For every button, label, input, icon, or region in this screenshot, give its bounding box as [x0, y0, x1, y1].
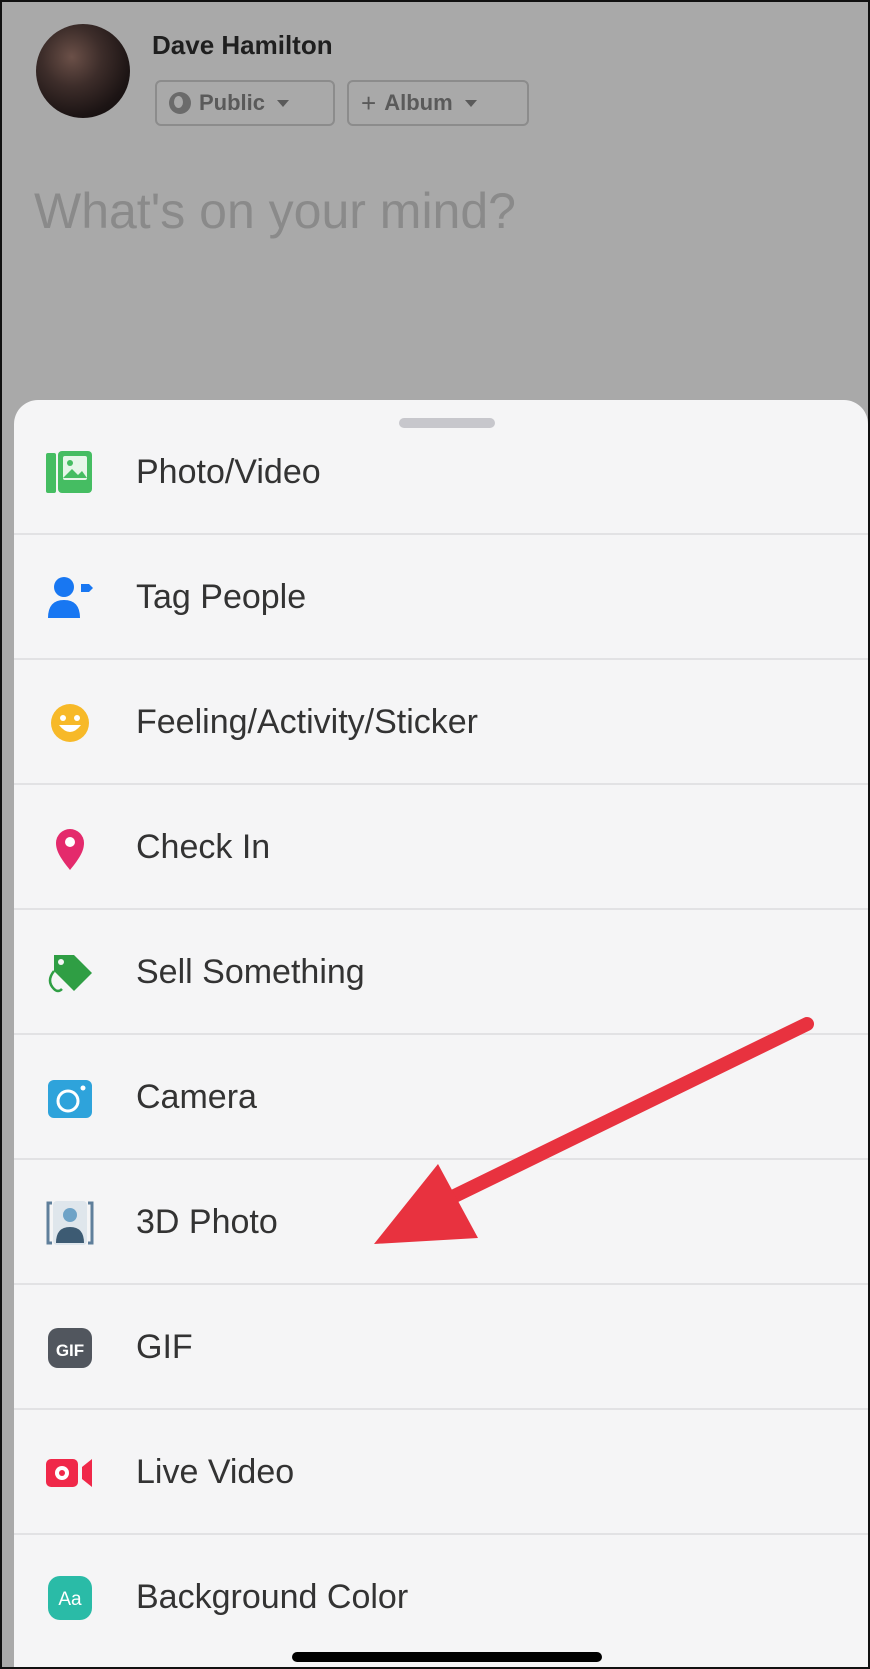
annotation-arrow [374, 1017, 814, 1244]
home-indicator[interactable] [292, 1652, 602, 1662]
screen-frame: Dave Hamilton Public + Album What's on y… [0, 0, 870, 1669]
